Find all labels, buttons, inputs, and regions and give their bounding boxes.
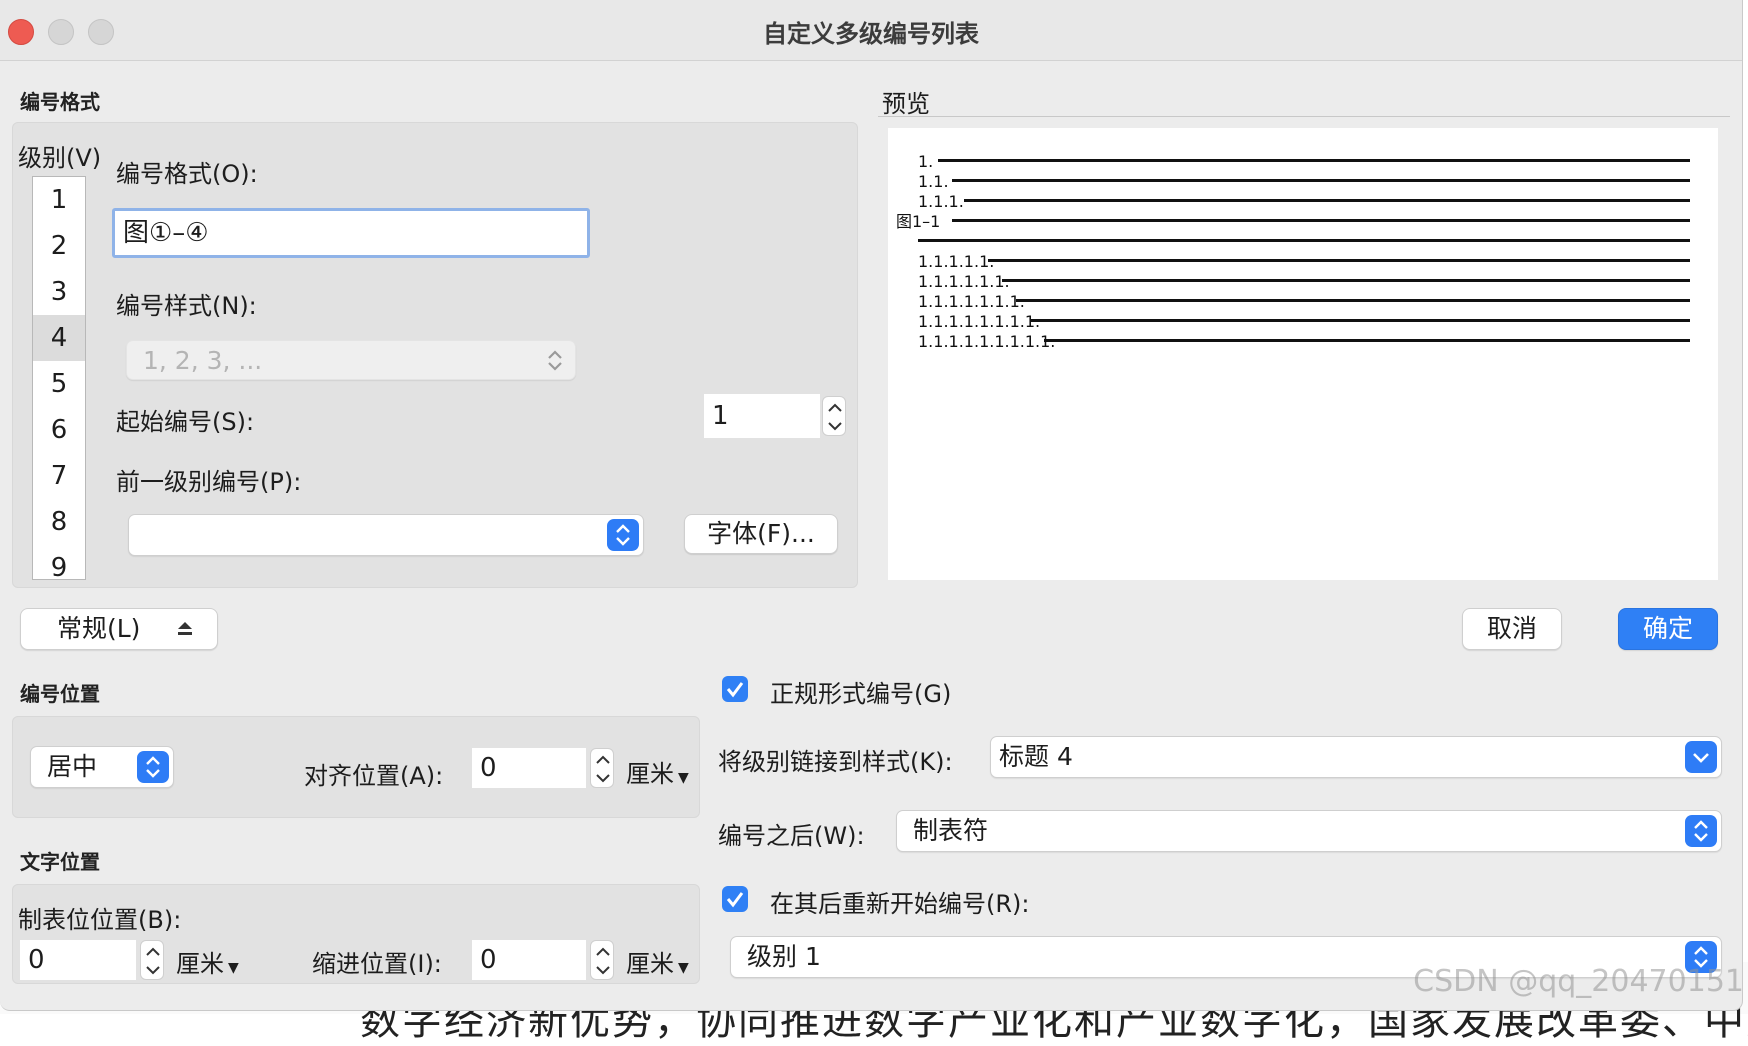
text-position-heading: 文字位置 xyxy=(20,850,100,874)
preview-heading: 预览 xyxy=(882,90,930,118)
level-list[interactable]: 1 2 3 4 5 6 7 8 9 xyxy=(32,176,86,580)
font-button[interactable]: 字体(F)... xyxy=(684,514,838,554)
restart-level-value: 级别 1 xyxy=(747,942,821,971)
chevron-updown-icon xyxy=(539,344,571,376)
preview-number: 图1–1 xyxy=(896,212,941,231)
level-item[interactable]: 7 xyxy=(33,453,85,499)
disclosure-toggle-button[interactable]: 常规(L) xyxy=(20,608,218,650)
preview-line xyxy=(938,159,1690,162)
cancel-button[interactable]: 取消 xyxy=(1462,608,1562,650)
preview-line xyxy=(1016,299,1690,302)
caret-down-icon: ▼ xyxy=(678,770,689,786)
legal-style-checkbox[interactable] xyxy=(722,676,748,702)
level-item[interactable]: 5 xyxy=(33,361,85,407)
preview-pane: 1. 1.1. 1.1.1. 图1–1 1.1.1.1.1. 1.1.1.1.1… xyxy=(888,128,1718,580)
custom-multilevel-list-dialog: 自定义多级编号列表 编号格式 级别(V) 1 2 3 4 5 6 7 8 9 编… xyxy=(0,0,1743,1011)
align-unit-label: 厘米 xyxy=(626,760,674,788)
format-input[interactable]: 图①–④ xyxy=(112,208,590,258)
dialog-title: 自定义多级编号列表 xyxy=(763,20,979,48)
style-label: 编号样式(N): xyxy=(116,292,257,320)
format-label: 编号格式(O): xyxy=(116,160,258,188)
align-at-input[interactable]: 0 xyxy=(472,748,586,788)
collapse-arrow-icon xyxy=(178,622,192,635)
align-at-label: 对齐位置(A): xyxy=(304,762,444,790)
level-item[interactable]: 8 xyxy=(33,499,85,545)
indent-unit-label: 厘米 xyxy=(626,950,674,978)
preview-number: 1.1.1. xyxy=(918,192,964,211)
preview-line xyxy=(988,259,1690,262)
alignment-select[interactable]: 居中 xyxy=(30,746,174,788)
follow-number-label: 编号之后(W): xyxy=(718,822,865,850)
alignment-value: 居中 xyxy=(47,752,98,781)
preview-number: 1.1.1.1.1.1.1.1. xyxy=(918,312,1041,331)
preview-divider xyxy=(878,116,1730,117)
title-bar: 自定义多级编号列表 xyxy=(0,0,1742,61)
preview-number: 1.1.1.1.1. xyxy=(918,252,995,271)
start-number-stepper[interactable] xyxy=(822,396,846,436)
level-item[interactable]: 6 xyxy=(33,407,85,453)
stepper-arrows-icon xyxy=(146,947,160,975)
preview-line xyxy=(1002,279,1690,282)
start-label: 起始编号(S): xyxy=(116,408,255,436)
tab-stop-stepper[interactable] xyxy=(140,940,164,980)
caret-down-icon: ▼ xyxy=(678,960,689,976)
stepper-arrows-icon xyxy=(596,947,610,975)
preview-line xyxy=(952,219,1690,222)
chevron-updown-icon xyxy=(137,751,169,783)
link-style-label: 将级别链接到样式(K): xyxy=(718,748,953,776)
indent-stepper[interactable] xyxy=(590,940,614,980)
watermark: CSDN @qq_20470151 xyxy=(1413,964,1744,999)
style-select-value: 1, 2, 3, ... xyxy=(143,346,263,375)
level-item[interactable]: 1 xyxy=(33,177,85,223)
align-unit-select[interactable]: 厘米 ▼ xyxy=(626,754,689,789)
prev-level-label: 前一级别编号(P): xyxy=(116,468,302,496)
ok-button[interactable]: 确定 xyxy=(1618,608,1718,650)
level-item[interactable]: 9 xyxy=(33,545,85,579)
tab-unit-label: 厘米 xyxy=(176,950,224,978)
level-item[interactable]: 3 xyxy=(33,269,85,315)
tab-stop-label: 制表位位置(B): xyxy=(18,906,182,934)
start-number-input[interactable]: 1 xyxy=(704,394,820,438)
indent-unit-select[interactable]: 厘米 ▼ xyxy=(626,944,689,979)
stepper-arrows-icon xyxy=(596,755,610,783)
follow-number-value: 制表符 xyxy=(913,816,989,845)
indent-input[interactable]: 0 xyxy=(472,940,586,980)
follow-number-select[interactable]: 制表符 xyxy=(896,810,1722,852)
preview-line xyxy=(1030,319,1690,322)
checkmark-icon xyxy=(726,682,744,698)
style-select[interactable]: 1, 2, 3, ... xyxy=(126,340,576,380)
preview-line xyxy=(1044,339,1690,342)
caret-down-icon: ▼ xyxy=(228,960,239,976)
align-at-stepper[interactable] xyxy=(590,748,614,788)
preview-number: 1. xyxy=(918,152,934,171)
preview-number: 1.1.1.1.1.1. xyxy=(918,272,1010,291)
preview-line xyxy=(964,199,1690,202)
level-item-selected[interactable]: 4 xyxy=(33,315,85,361)
number-position-heading: 编号位置 xyxy=(20,682,100,706)
preview-number: 1.1.1.1.1.1.1. xyxy=(918,292,1025,311)
stepper-arrows-icon xyxy=(828,403,842,431)
link-style-value: 标题 4 xyxy=(999,742,1073,771)
legal-style-label: 正规形式编号(G) xyxy=(770,680,952,708)
checkmark-icon xyxy=(726,892,744,908)
chevron-updown-icon xyxy=(1685,815,1717,847)
chevron-down-icon xyxy=(1685,741,1717,773)
prev-level-select[interactable] xyxy=(128,514,644,556)
preview-line xyxy=(952,179,1690,182)
restart-label: 在其后重新开始编号(R): xyxy=(770,890,1030,918)
link-style-select[interactable]: 标题 4 xyxy=(990,736,1722,778)
disclosure-toggle-label: 常规(L) xyxy=(57,614,141,643)
restart-checkbox[interactable] xyxy=(722,886,748,912)
preview-number: 1.1.1.1.1.1.1.1.1. xyxy=(918,332,1056,351)
preview-line xyxy=(918,239,1690,242)
tab-unit-select[interactable]: 厘米 ▼ xyxy=(176,944,239,979)
number-format-heading: 编号格式 xyxy=(20,90,100,114)
preview-number: 1.1. xyxy=(918,172,949,191)
chevron-updown-icon xyxy=(607,519,639,551)
level-label: 级别(V) xyxy=(18,144,102,172)
tab-stop-input[interactable]: 0 xyxy=(20,940,136,980)
level-item[interactable]: 2 xyxy=(33,223,85,269)
indent-label: 缩进位置(I): xyxy=(312,950,442,978)
